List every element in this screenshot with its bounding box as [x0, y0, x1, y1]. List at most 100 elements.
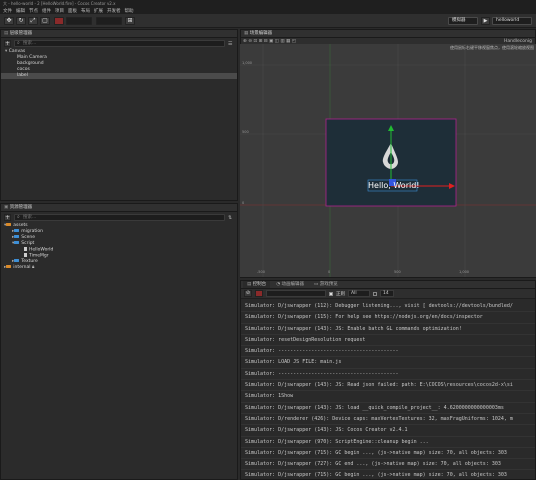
- console-line: Simulator: D/jswrapper (143): JS: Cocos …: [241, 425, 535, 437]
- assets-panel: ▣ 资源管理器 + ⌕ 搜索... ⇅ ▾ assets ▸ migration ▸…: [0, 203, 238, 480]
- tab-game-preview[interactable]: ▭ 游戏预览: [310, 281, 342, 288]
- x-tick-label: 1,000: [459, 270, 470, 274]
- tree-item-label-node[interactable]: label: [1, 73, 237, 79]
- center-toggle[interactable]: [96, 17, 122, 25]
- log-level-select[interactable]: All: [348, 290, 370, 297]
- asset-label: migration: [21, 229, 43, 234]
- scene-viewport[interactable]: 使用鼠标右键平移视窗焦点，使用滚轮缩放视图 Hello, World! 1,00…: [240, 44, 536, 277]
- tab-label: 动画编辑器: [281, 282, 305, 287]
- clear-console-button[interactable]: ⊘: [244, 290, 252, 297]
- folder-icon: [14, 259, 20, 262]
- y-tick-label: 0: [242, 201, 245, 205]
- scene-title: 场景编辑器: [249, 31, 273, 36]
- add-asset-button[interactable]: +: [4, 214, 11, 221]
- script-file-icon: [24, 253, 27, 257]
- folder-icon: [14, 241, 20, 244]
- console-line: Simulator: D/jswrapper (727): GC end ...…: [241, 459, 535, 471]
- menu-file[interactable]: 文件: [3, 8, 12, 14]
- play-icon[interactable]: ▶: [481, 17, 490, 25]
- console-line: Simulator: resetDesignResolution request: [241, 335, 535, 347]
- console-panel: ▤ 控制台 ◔ 动画编辑器 ▭ 游戏预览 ⊘ 正则 All 14 Simulat…: [240, 280, 536, 480]
- asset-item-internal[interactable]: ▸ internal 🔒︎: [4, 265, 237, 271]
- tree-item-label: cocos: [17, 67, 30, 72]
- console-line: Simulator: D/jswrapper (143): JS: Enable…: [241, 324, 535, 335]
- console-line: Simulator: -----------------------------…: [241, 369, 535, 381]
- y-tick-label: 1,000: [242, 61, 253, 65]
- hierarchy-search-input[interactable]: ⌕ 搜索...: [14, 40, 225, 47]
- regex-label: 正则: [336, 291, 345, 297]
- asset-label: Scene: [21, 235, 35, 240]
- folder-icon: [14, 235, 20, 238]
- hierarchy-search-placeholder: 搜索...: [23, 41, 37, 46]
- x-tick-label: 0: [328, 270, 331, 274]
- scene-header: ▦ 场景编辑器: [241, 30, 535, 38]
- console-line: Simulator: D/jswrapper (115): For help s…: [241, 312, 535, 324]
- menu-node[interactable]: 节点: [29, 8, 38, 14]
- assets-header: ▣ 资源管理器: [1, 204, 237, 212]
- scene-select[interactable]: helloworld: [492, 17, 532, 25]
- script-file-icon: [24, 247, 27, 251]
- tab-console[interactable]: ▤ 控制台: [243, 281, 271, 288]
- rect-tool-icon[interactable]: ▢: [40, 17, 50, 25]
- menu-extension[interactable]: 扩展: [94, 8, 103, 14]
- sort-icon[interactable]: ⇅: [228, 215, 234, 221]
- folder-icon: [6, 265, 12, 268]
- collapse-icon[interactable]: ☰: [228, 41, 234, 47]
- font-size-select[interactable]: 14: [380, 290, 394, 297]
- console-line: Simulator: D/renderer (426): Device caps…: [241, 414, 535, 426]
- folder-icon: [6, 223, 12, 226]
- collapse-checkbox[interactable]: [373, 291, 377, 296]
- y-tick-label: 500: [242, 130, 249, 134]
- menu-layout[interactable]: 布局: [81, 8, 90, 14]
- move-tool-icon[interactable]: ✥: [4, 17, 14, 25]
- console-line: Simulator: D/jswrapper (715): GC begin .…: [241, 470, 535, 479]
- tree-item-label: label: [17, 73, 28, 78]
- asset-label: assets: [13, 223, 28, 228]
- asset-label: HelloWorld: [29, 247, 54, 253]
- snap-icon[interactable]: ⊞: [125, 17, 135, 25]
- scale-tool-icon[interactable]: ⤢: [28, 17, 38, 25]
- font-size-value: 14: [383, 291, 389, 296]
- regex-checkbox[interactable]: [329, 291, 333, 296]
- assets-search-placeholder: 搜索...: [23, 215, 37, 220]
- console-line: Simulator: -----------------------------…: [241, 346, 535, 358]
- menu-project[interactable]: 项目: [55, 8, 64, 14]
- hierarchy-header: ▤ 层级管理器: [1, 30, 237, 38]
- menu-help[interactable]: 帮助: [125, 8, 134, 14]
- console-line: Simulator: D/jswrapper (715): GC begin .…: [241, 448, 535, 460]
- assets-title: 资源管理器: [9, 205, 33, 210]
- local-global-toggle[interactable]: [66, 17, 92, 25]
- clear-icon-button[interactable]: [255, 290, 263, 297]
- menu-bar: 文件 编辑 节点 组件 项目 面板 布局 扩展 开发者 帮助: [0, 7, 536, 14]
- tab-label: 控制台: [252, 282, 267, 287]
- assets-search-input[interactable]: ⌕ 搜索...: [14, 214, 225, 221]
- hello-world-label[interactable]: Hello, World!: [368, 181, 420, 190]
- tree-item-label: background: [17, 61, 44, 66]
- asset-label: Script: [21, 241, 35, 246]
- add-node-button[interactable]: +: [4, 40, 11, 47]
- log-level-value: All: [351, 291, 357, 296]
- asset-label: Texture: [21, 259, 38, 264]
- menu-panel[interactable]: 面板: [68, 8, 77, 14]
- lock-icon: 🔒︎: [30, 265, 35, 270]
- tab-label: 游戏预览: [319, 282, 338, 287]
- pivot-toggle-icon[interactable]: [54, 17, 64, 25]
- tree-item-label: Canvas: [8, 49, 26, 54]
- console-line: Simulator: D/jswrapper (970): ScriptEngi…: [241, 437, 535, 448]
- hierarchy-title: 层级管理器: [9, 31, 33, 36]
- asset-label: internal: [13, 265, 31, 270]
- console-filter-input[interactable]: [266, 290, 326, 297]
- console-log[interactable]: Simulator: D/jswrapper (112): Debugger l…: [241, 299, 535, 479]
- tab-animation[interactable]: ◔ 动画编辑器: [272, 281, 308, 288]
- menu-component[interactable]: 组件: [42, 8, 51, 14]
- asset-label: TimeMgr: [29, 253, 49, 259]
- tree-item-label: Main Camera: [17, 55, 47, 60]
- menu-developer[interactable]: 开发者: [107, 8, 121, 14]
- preview-platform-select[interactable]: 模拟器: [448, 17, 478, 25]
- window-title: 大 - hello-world - 2 [HelloWorld.fire] - …: [0, 0, 536, 7]
- search-icon: ⌕: [17, 214, 20, 220]
- rotate-tool-icon[interactable]: ↻: [16, 17, 26, 25]
- menu-edit[interactable]: 编辑: [16, 8, 25, 14]
- x-tick-label: 500: [394, 270, 401, 274]
- console-line: Simulator: LOAD JS FILE: main.js: [241, 357, 535, 369]
